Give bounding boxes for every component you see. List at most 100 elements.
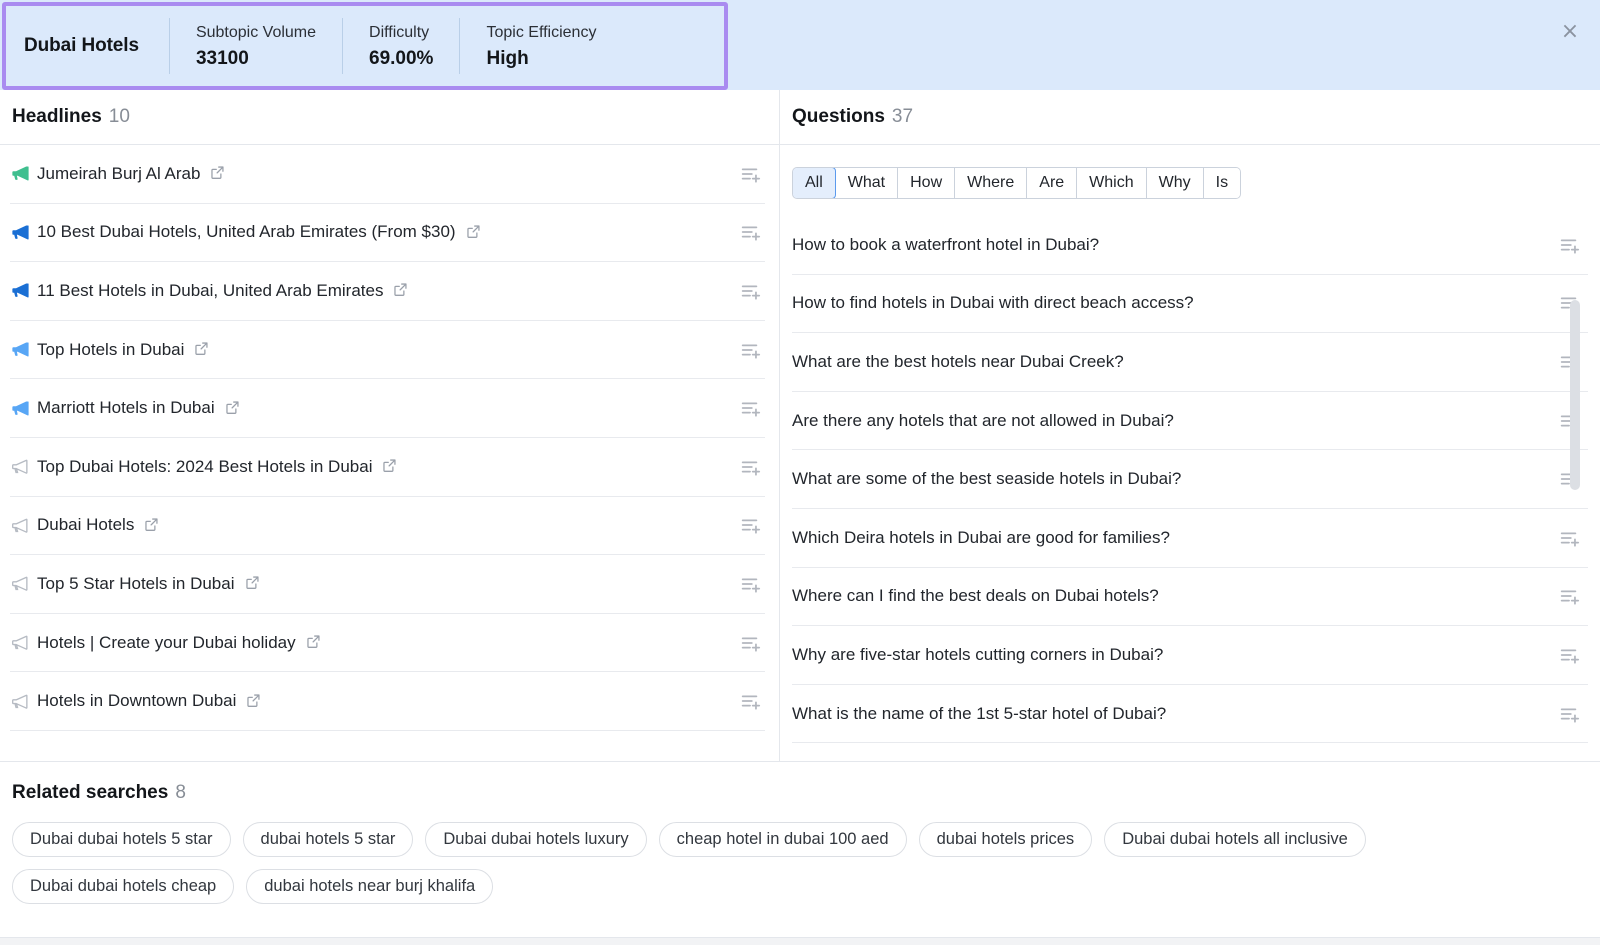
question-text: How to find hotels in Dubai with direct …	[792, 293, 1194, 313]
headline-main[interactable]: Jumeirah Burj Al Arab	[10, 164, 739, 184]
external-link-icon[interactable]	[194, 341, 209, 356]
question-filter-are[interactable]: Are	[1027, 168, 1077, 198]
external-link-icon[interactable]	[245, 575, 260, 590]
headlines-list: Jumeirah Burj Al Arab 10 Best Dubai Hotel…	[0, 145, 779, 731]
megaphone-icon	[10, 574, 29, 593]
question-row[interactable]: Where can I find the best deals on Dubai…	[792, 568, 1588, 627]
related-search-chip[interactable]: dubai hotels near burj khalifa	[246, 869, 493, 904]
bottom-strip	[0, 937, 1600, 945]
headline-row[interactable]: Top Dubai Hotels: 2024 Best Hotels in Du…	[10, 438, 765, 497]
add-to-list-icon[interactable]	[739, 339, 761, 361]
question-text: How to book a waterfront hotel in Dubai?	[792, 235, 1099, 255]
question-row[interactable]: How to find hotels in Dubai with direct …	[792, 275, 1588, 334]
question-text: Are there any hotels that are not allowe…	[792, 411, 1174, 431]
question-text: Why are five-star hotels cutting corners…	[792, 645, 1163, 665]
external-link-icon[interactable]	[210, 165, 225, 180]
metric-value-subtopic-volume: 33100	[196, 48, 316, 70]
headline-row[interactable]: Jumeirah Burj Al Arab	[10, 145, 765, 204]
question-row[interactable]: Why are five-star hotels cutting corners…	[792, 626, 1588, 685]
related-search-chip[interactable]: cheap hotel in dubai 100 aed	[659, 822, 907, 857]
question-filter-which[interactable]: Which	[1077, 168, 1146, 198]
external-link-icon[interactable]	[393, 282, 408, 297]
question-filter-what[interactable]: What	[836, 168, 898, 198]
questions-panel-header: Questions 37	[780, 90, 1600, 145]
headline-row[interactable]: Top Hotels in Dubai	[10, 321, 765, 380]
question-row[interactable]: What are the best hotels near Dubai Cree…	[792, 333, 1588, 392]
metric-label-topic-efficiency: Topic Efficiency	[486, 23, 596, 43]
question-row[interactable]: Which Deira hotels in Dubai are good for…	[792, 509, 1588, 568]
headline-main[interactable]: Hotels in Downtown Dubai	[10, 691, 739, 711]
headline-row[interactable]: Hotels in Downtown Dubai	[10, 672, 765, 731]
headlines-panel: Headlines 10 Jumeirah Burj Al Arab10 Bes…	[0, 90, 780, 761]
questions-scrollbar[interactable]	[1570, 218, 1580, 708]
topic-name-cell: Dubai Hotels	[6, 18, 170, 74]
question-filter-why[interactable]: Why	[1147, 168, 1204, 198]
add-to-list-icon[interactable]	[739, 632, 761, 654]
add-to-list-icon[interactable]	[739, 163, 761, 185]
add-to-list-icon[interactable]	[739, 221, 761, 243]
related-search-chip[interactable]: dubai hotels 5 star	[243, 822, 414, 857]
external-link-icon[interactable]	[246, 693, 261, 708]
external-link-icon[interactable]	[382, 458, 397, 473]
headline-main[interactable]: Hotels | Create your Dubai holiday	[10, 633, 739, 653]
headline-main[interactable]: 10 Best Dubai Hotels, United Arab Emirat…	[10, 222, 739, 242]
headline-text: Hotels | Create your Dubai holiday	[37, 633, 296, 653]
question-filter-where[interactable]: Where	[955, 168, 1027, 198]
add-to-list-icon[interactable]	[739, 397, 761, 419]
related-search-chip[interactable]: Dubai dubai hotels 5 star	[12, 822, 231, 857]
headline-row[interactable]: Marriott Hotels in Dubai	[10, 379, 765, 438]
headline-text: Top Hotels in Dubai	[37, 340, 184, 360]
megaphone-icon	[10, 457, 29, 476]
related-search-chip[interactable]: Dubai dubai hotels all inclusive	[1104, 822, 1366, 857]
megaphone-icon	[10, 399, 29, 418]
topic-metrics-highlight-box: Dubai Hotels Subtopic Volume 33100 Diffi…	[2, 2, 728, 90]
metric-difficulty: Difficulty 69.00%	[343, 18, 460, 74]
related-searches-count: 8	[175, 782, 186, 804]
question-text: What are some of the best seaside hotels…	[792, 469, 1181, 489]
close-icon[interactable]: ×	[1556, 18, 1584, 46]
headline-main[interactable]: Dubai Hotels	[10, 515, 739, 535]
related-search-chip[interactable]: dubai hotels prices	[919, 822, 1093, 857]
question-filter-all[interactable]: All	[792, 167, 836, 199]
headline-row[interactable]: 11 Best Hotels in Dubai, United Arab Emi…	[10, 262, 765, 321]
headline-text: 10 Best Dubai Hotels, United Arab Emirat…	[37, 222, 456, 242]
headline-text: Hotels in Downtown Dubai	[37, 691, 236, 711]
question-row[interactable]: How to book a waterfront hotel in Dubai?	[792, 216, 1588, 275]
add-to-list-icon[interactable]	[739, 280, 761, 302]
headline-text: Top Dubai Hotels: 2024 Best Hotels in Du…	[37, 457, 372, 477]
add-to-list-icon[interactable]	[739, 573, 761, 595]
questions-list: How to book a waterfront hotel in Dubai?…	[792, 216, 1588, 743]
question-text: Where can I find the best deals on Dubai…	[792, 586, 1159, 606]
headline-main[interactable]: Top 5 Star Hotels in Dubai	[10, 574, 739, 594]
headline-main[interactable]: Marriott Hotels in Dubai	[10, 398, 739, 418]
headline-row[interactable]: Hotels | Create your Dubai holiday	[10, 614, 765, 673]
headline-row[interactable]: 10 Best Dubai Hotels, United Arab Emirat…	[10, 204, 765, 263]
add-to-list-icon[interactable]	[739, 690, 761, 712]
headline-row[interactable]: Top 5 Star Hotels in Dubai	[10, 555, 765, 614]
related-search-chip[interactable]: Dubai dubai hotels luxury	[425, 822, 646, 857]
question-row[interactable]: Are there any hotels that are not allowe…	[792, 392, 1588, 451]
external-link-icon[interactable]	[306, 634, 321, 649]
add-to-list-icon[interactable]	[739, 514, 761, 536]
related-searches-panel: Related searches 8 Dubai dubai hotels 5 …	[0, 762, 1600, 944]
question-filter-how[interactable]: How	[898, 168, 955, 198]
question-filter-group[interactable]: AllWhatHowWhereAreWhichWhyIs	[792, 167, 1241, 199]
headline-main[interactable]: Top Hotels in Dubai	[10, 340, 739, 360]
headline-main[interactable]: Top Dubai Hotels: 2024 Best Hotels in Du…	[10, 457, 739, 477]
metric-label-subtopic-volume: Subtopic Volume	[196, 23, 316, 43]
question-row[interactable]: What is the name of the 1st 5-star hotel…	[792, 685, 1588, 744]
external-link-icon[interactable]	[144, 517, 159, 532]
add-to-list-icon[interactable]	[739, 456, 761, 478]
metric-label-difficulty: Difficulty	[369, 23, 433, 43]
external-link-icon[interactable]	[225, 400, 240, 415]
question-row[interactable]: What are some of the best seaside hotels…	[792, 450, 1588, 509]
headline-row[interactable]: Dubai Hotels	[10, 497, 765, 556]
related-search-chip[interactable]: Dubai dubai hotels cheap	[12, 869, 234, 904]
headline-main[interactable]: 11 Best Hotels in Dubai, United Arab Emi…	[10, 281, 739, 301]
question-text: What is the name of the 1st 5-star hotel…	[792, 704, 1166, 724]
question-filter-is[interactable]: Is	[1204, 168, 1240, 198]
questions-title: Questions	[792, 106, 885, 128]
questions-scrollbar-thumb[interactable]	[1570, 300, 1580, 490]
headline-text: Jumeirah Burj Al Arab	[37, 164, 200, 184]
external-link-icon[interactable]	[466, 224, 481, 239]
